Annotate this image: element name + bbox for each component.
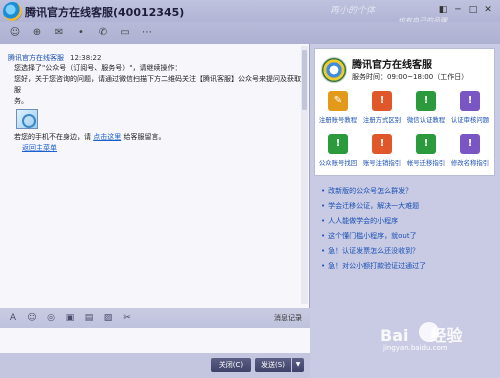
gift-icon[interactable]: ▣: [63, 311, 77, 325]
message-input[interactable]: [0, 328, 310, 353]
message-header: 腾讯官方在线客服 12:38:22: [8, 53, 101, 63]
image-icon[interactable]: ▨: [101, 311, 115, 325]
qq-logo-icon: [3, 2, 22, 21]
title-bar: 腾讯官方在线客服(40012345) 再小的个体 也有自己的品牌 ◧ ─ □ ✕: [0, 0, 500, 25]
baidu-paw-icon: [419, 322, 439, 342]
faq-item[interactable]: • 这个懂门槛小程序，就out了: [321, 229, 496, 244]
shield-icon: !: [460, 134, 480, 154]
register-icon: ✎: [328, 91, 348, 111]
skin-icon[interactable]: ◧: [437, 4, 449, 16]
shield-icon: !: [372, 134, 392, 154]
service-item[interactable]: ! 注册方式区别: [360, 91, 404, 124]
qr-code-image[interactable]: [16, 109, 38, 129]
message-history-button[interactable]: 消息记录: [274, 313, 302, 323]
service-grid: ✎ 注册账号教程 ! 注册方式区别 ! 微信认证教程 ! 认证审核问题 ! 公众账号找回 …: [316, 91, 494, 167]
close-icon[interactable]: ✕: [482, 4, 494, 16]
service-card: 腾讯官方在线客服 服务时间：09:00~18:00（工作日） ✎ 注册账号教程 !…: [314, 48, 495, 176]
chat-scrollbar[interactable]: [301, 46, 308, 304]
shield-icon: !: [372, 91, 392, 111]
click-here-link[interactable]: 点击这里: [93, 133, 121, 141]
nudge-icon[interactable]: ◎: [44, 311, 58, 325]
shield-icon: !: [416, 134, 436, 154]
add-user-icon[interactable]: ⊕: [28, 25, 46, 41]
faq-list: • 改新版的公众号怎么群发？ • 学会迁移公证，解决一大难题 • 人人能做学会的小程序…: [321, 184, 496, 274]
chat-toolbar: ☺ ⊕ ✉ • ✆ ▭ ⋯: [0, 22, 500, 44]
voice-call-icon[interactable]: ✆: [94, 25, 112, 41]
faq-item[interactable]: • 急！认证发票怎么还没收到？: [321, 244, 496, 259]
service-item[interactable]: ! 认证审核问题: [448, 91, 492, 124]
video-call-icon[interactable]: ▭: [116, 25, 134, 41]
message-line: 务。: [14, 97, 28, 105]
send-button[interactable]: 发送(S): [255, 358, 291, 372]
scroll-thumb[interactable]: [302, 50, 307, 110]
shield-icon: !: [416, 91, 436, 111]
service-item[interactable]: ! 帐号迁移指引: [404, 134, 448, 167]
service-item[interactable]: ✎ 注册账号教程: [316, 91, 360, 124]
shield-icon: !: [460, 91, 480, 111]
input-toolbar: A ☺ ◎ ▣ ▤ ▨ ✂ 消息记录: [0, 308, 310, 328]
send-bar: 关闭(C) 发送(S) ▼: [0, 353, 310, 378]
title-decoration: 再小的个体: [330, 6, 376, 16]
message-line: 您选择了"公众号（订阅号、服务号）"，请继续操作：: [14, 64, 182, 72]
file-icon[interactable]: ▤: [82, 311, 96, 325]
faq-item[interactable]: • 人人能做学会的小程序: [321, 214, 496, 229]
maximize-icon[interactable]: □: [467, 4, 479, 16]
service-item[interactable]: ! 公众账号找回: [316, 134, 360, 167]
message-sender: 腾讯官方在线客服: [8, 54, 64, 62]
faq-item[interactable]: • 急！对公小额打款验证过通过了: [321, 259, 496, 274]
window-controls: ◧ ─ □ ✕: [437, 4, 494, 16]
tencent-logo-icon: [321, 57, 347, 83]
offline-message: 若您的手机不在身边，请 点击这里 给客服留言。: [14, 133, 166, 141]
message-line: 您好，关于您咨询的问题，请通过微信扫描下方二维码关注【腾讯客服】公众号来提问及获…: [14, 75, 301, 94]
faq-item[interactable]: • 学会迁移公证，解决一大难题: [321, 199, 496, 214]
message-body: 您选择了"公众号（订阅号、服务号）"，请继续操作： 您好，关于您咨询的问题，请通…: [14, 63, 304, 154]
send-options-icon[interactable]: ▼: [292, 358, 304, 372]
service-item[interactable]: ! 修改名称指引: [448, 134, 492, 167]
dot-icon[interactable]: •: [72, 25, 90, 41]
font-icon[interactable]: A: [6, 311, 20, 325]
faq-item[interactable]: • 改新版的公众号怎么群发？: [321, 184, 496, 199]
minimize-icon[interactable]: ─: [452, 4, 464, 16]
window-title: 腾讯官方在线客服(40012345): [25, 6, 185, 19]
close-button[interactable]: 关闭(C): [211, 358, 251, 372]
message-time: 12:38:22: [70, 54, 102, 62]
emoji-icon[interactable]: ☺: [25, 311, 39, 325]
chat-icon[interactable]: ✉: [50, 25, 68, 41]
shield-icon: !: [328, 134, 348, 154]
user-icon[interactable]: ☺: [6, 25, 24, 41]
back-to-menu-link[interactable]: 返回主菜单: [22, 144, 57, 152]
more-icon[interactable]: ⋯: [138, 25, 156, 41]
chat-messages: 腾讯官方在线客服 12:38:22 您选择了"公众号（订阅号、服务号）"，请继续操…: [0, 44, 310, 308]
screenshot-icon[interactable]: ✂: [120, 311, 134, 325]
service-item[interactable]: ! 微信认证教程: [404, 91, 448, 124]
service-hours: 服务时间：09:00~18:00（工作日）: [352, 73, 469, 81]
service-item[interactable]: ! 账号注销指引: [360, 134, 404, 167]
watermark-url: jingyan.baidu.com: [383, 344, 448, 352]
card-title: 腾讯官方在线客服: [352, 60, 432, 71]
